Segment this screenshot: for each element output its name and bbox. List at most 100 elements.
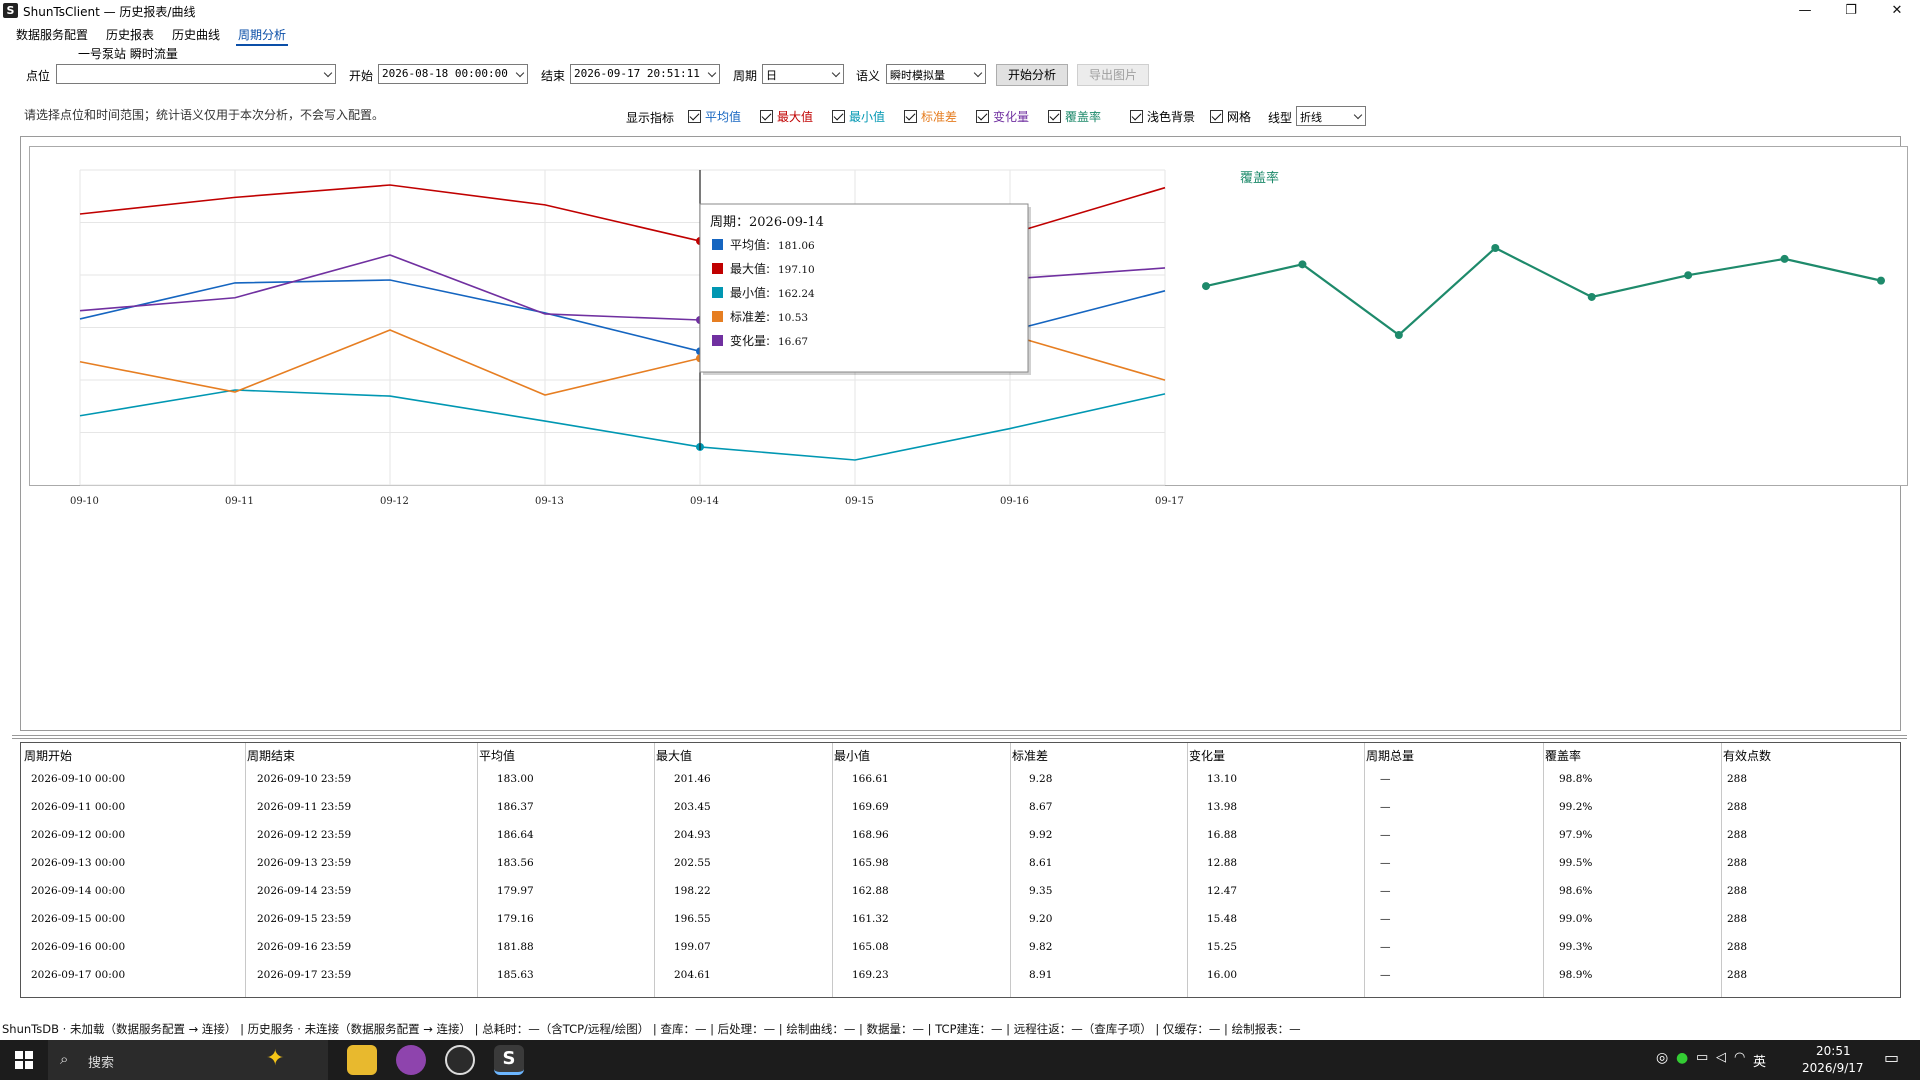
table-cell: — (1380, 885, 1391, 897)
table-column-divider[interactable] (1187, 743, 1188, 997)
table-header[interactable]: 覆盖率 (1545, 747, 1581, 764)
table-cell: 161.32 (852, 913, 889, 925)
search-icon: ⌕ (60, 1050, 69, 1068)
table-cell: — (1380, 941, 1391, 953)
table-column-divider[interactable] (832, 743, 833, 997)
period-chart[interactable]: 09-10 09-11 09-12 09-13 09-14 09-15 09-16 09-17… (0, 0, 1920, 520)
table-cell: 2026-09-15 23:59 (257, 913, 352, 925)
tooltip-value: 16.67 (778, 336, 808, 348)
table-cell: 288 (1727, 885, 1748, 897)
file-explorer-icon[interactable] (347, 1045, 377, 1075)
tooltip-value: 197.10 (778, 264, 815, 276)
table-header[interactable]: 周期结束 (247, 747, 295, 764)
series-line (79, 389, 1166, 461)
table-cell: 2026-09-17 23:59 (257, 969, 352, 981)
x-tick-label: 09-12 (380, 496, 409, 507)
panel-splitter[interactable] (12, 735, 1907, 739)
table-cell: — (1380, 801, 1391, 813)
table-cell: 196.55 (674, 913, 711, 925)
clock-time[interactable]: 20:51 (1816, 1044, 1851, 1058)
table-header[interactable]: 标准差 (1012, 747, 1048, 764)
period-table: 周期开始 周期结束 平均值 最大值 最小值 标准差 变化量 周期总量 覆盖率 有效点数 2026-0… (20, 742, 1901, 998)
tooltip-value: 162.24 (778, 288, 815, 300)
table-column-divider[interactable] (245, 743, 246, 997)
table-cell: 98.6% (1559, 885, 1593, 897)
x-tick-label: 09-13 (535, 496, 564, 507)
table-cell: 203.45 (674, 801, 711, 813)
table-cell: 9.92 (1029, 829, 1053, 841)
system-tray: ◎ ● ▭ ◁ ◠ 英 20:51 2026/9/17 ▭ (1652, 1040, 1920, 1080)
table-cell: 2026-09-13 23:59 (257, 857, 352, 869)
table-column-divider[interactable] (654, 743, 655, 997)
table-cell: 2026-09-14 23:59 (257, 885, 352, 897)
table-column-divider[interactable] (1010, 743, 1011, 997)
clock-date[interactable]: 2026/9/17 (1802, 1061, 1864, 1075)
table-column-divider[interactable] (1721, 743, 1722, 997)
table-cell: 2026-09-11 00:00 (31, 801, 126, 813)
table-cell: 202.55 (674, 857, 711, 869)
table-cell: 8.67 (1029, 801, 1053, 813)
coverage-point (1394, 331, 1403, 339)
table-cell: 2026-09-10 23:59 (257, 773, 352, 785)
table-cell: 179.16 (497, 913, 534, 925)
table-column-divider[interactable] (1364, 743, 1365, 997)
table-header[interactable]: 最小值 (834, 747, 870, 764)
table-cell: 98.8% (1559, 773, 1593, 785)
table-cell: 165.08 (852, 941, 889, 953)
table-cell: 288 (1727, 941, 1748, 953)
table-cell: 2026-09-12 23:59 (257, 829, 352, 841)
table-header[interactable]: 平均值 (479, 747, 515, 764)
tray-app-icon[interactable]: ◎ (1656, 1050, 1668, 1066)
table-cell: 2026-09-15 00:00 (31, 913, 126, 925)
wifi-icon[interactable]: ◠ (1734, 1050, 1745, 1065)
speaker-icon[interactable]: ◁ (1716, 1050, 1726, 1065)
chatgpt-icon[interactable] (445, 1045, 475, 1075)
tooltip-legend-swatch (712, 287, 723, 298)
table-cell: 13.98 (1207, 801, 1238, 813)
table-header[interactable]: 周期开始 (24, 747, 72, 764)
windows-start-icon[interactable] (14, 1050, 34, 1070)
table-cell: 198.22 (674, 885, 711, 897)
table-header[interactable]: 变化量 (1189, 747, 1225, 764)
x-tick-label: 09-17 (1155, 496, 1184, 507)
table-cell: 2026-09-13 00:00 (31, 857, 126, 869)
notification-icon[interactable]: ▭ (1884, 1048, 1899, 1067)
table-column-divider[interactable] (1543, 743, 1544, 997)
table-cell: 8.91 (1029, 969, 1053, 981)
tooltip-legend-swatch (712, 311, 723, 322)
table-cell: 166.61 (852, 773, 889, 785)
search-placeholder: 搜索 (88, 1056, 115, 1071)
table-column-divider[interactable] (477, 743, 478, 997)
table-cell: 12.88 (1207, 857, 1238, 869)
ime-indicator[interactable]: 英 (1753, 1051, 1766, 1070)
table-cell: 12.47 (1207, 885, 1238, 897)
x-tick-label: 09-10 (70, 496, 99, 507)
table-header[interactable]: 周期总量 (1366, 747, 1414, 764)
table-cell: 204.61 (674, 969, 711, 981)
taskbar-search-box[interactable]: ⌕ 搜索 ✦ (48, 1040, 328, 1080)
tooltip-legend-swatch (712, 335, 723, 346)
wechat-icon[interactable]: ● (1676, 1050, 1688, 1066)
table-cell: 201.46 (674, 773, 711, 785)
shunts-client-taskbar-icon[interactable]: S (494, 1045, 524, 1075)
table-cell: 186.37 (497, 801, 534, 813)
table-cell: 99.2% (1559, 801, 1593, 813)
app-cat-icon[interactable] (396, 1045, 426, 1075)
table-cell: 2026-09-16 23:59 (257, 941, 352, 953)
table-cell: 169.23 (852, 969, 889, 981)
coverage-point (1491, 244, 1500, 252)
table-cell: 8.61 (1029, 857, 1053, 869)
tooltip-value: 181.06 (778, 240, 815, 252)
table-header[interactable]: 最大值 (656, 747, 692, 764)
table-header[interactable]: 有效点数 (1723, 747, 1771, 764)
x-tick-label: 09-16 (1000, 496, 1029, 507)
table-cell: 169.69 (852, 801, 889, 813)
table-cell: 99.5% (1559, 857, 1593, 869)
table-cell: 183.00 (497, 773, 534, 785)
table-cell: 165.98 (852, 857, 889, 869)
table-cell: 2026-09-11 23:59 (257, 801, 352, 813)
table-cell: 9.35 (1029, 885, 1053, 897)
battery-icon[interactable]: ▭ (1696, 1050, 1708, 1065)
tooltip-legend-swatch (712, 263, 723, 274)
tooltip-label: 标准差: (730, 310, 770, 324)
